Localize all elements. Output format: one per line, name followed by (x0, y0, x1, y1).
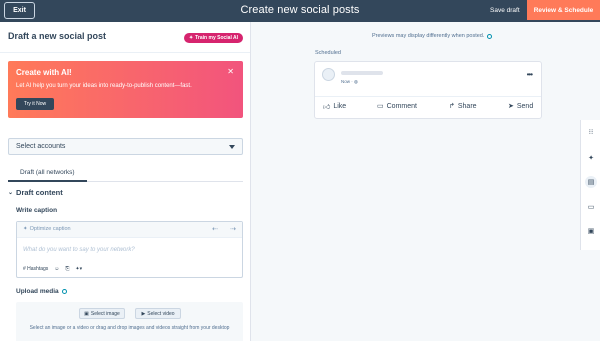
ai-promo-card: Create with AI! ✕ Let AI help you turn y… (8, 61, 243, 118)
ai-card-body: Let AI help you turn your ideas into rea… (16, 83, 192, 89)
attachment-icon[interactable]: ⎘ (65, 266, 69, 272)
send-label: Send (516, 102, 534, 110)
train-label: Train my Social AI (195, 35, 239, 41)
comment-action[interactable]: ▭ Comment (377, 102, 417, 111)
like-action[interactable]: 👍︎ Like (323, 102, 346, 111)
avatar (322, 68, 335, 81)
info-icon[interactable] (61, 289, 67, 294)
post-time: Now · ◍ (341, 79, 358, 85)
preview-note-text: Previews may display differently when po… (372, 33, 485, 39)
upload-media-text: Upload media (16, 288, 59, 295)
more-options-icon[interactable]: ••• (527, 70, 533, 79)
thumbs-up-icon: 👍︎ (323, 104, 331, 111)
review-schedule-button[interactable]: Review & Schedule (527, 0, 600, 20)
upload-hint: Select an image or a video or drag and d… (29, 325, 230, 331)
preview-note: Previews may display differently when po… (372, 33, 493, 39)
draft-content-label: Draft content (16, 188, 63, 197)
sparkle-icon[interactable]: ✦ (585, 152, 597, 164)
image-icon: ▣ (84, 310, 89, 317)
panel-title: Draft a new social post (8, 31, 107, 41)
undo-icon[interactable]: ⇠ (212, 225, 218, 233)
upload-media-label: Upload media (16, 288, 67, 295)
select-accounts-value: Select accounts (16, 143, 66, 150)
share-action[interactable]: ↱ Share (449, 102, 477, 111)
write-caption-label: Write caption (16, 207, 58, 214)
optimize-label: Optimize caption (29, 226, 71, 232)
comment-label: Comment (386, 102, 417, 110)
tab-active-indicator (8, 180, 87, 182)
hashtags-button[interactable]: # Hashtags (23, 266, 48, 272)
close-icon[interactable]: ✕ (227, 67, 234, 76)
select-accounts-dropdown[interactable]: Select accounts (8, 138, 243, 155)
video-icon: ▶ (141, 310, 146, 317)
emoji-icon[interactable]: ☺ (54, 266, 59, 272)
share-icon: ↱ (449, 103, 455, 110)
train-social-ai-button[interactable]: ✦ Train my Social AI (184, 33, 243, 43)
save-draft-button[interactable]: Save draft (490, 7, 520, 14)
ai-card-title: Create with AI! (16, 68, 72, 77)
caption-editor[interactable]: ✦ Optimize caption ⇠ ⇢ What do you want … (16, 221, 243, 278)
select-video-label: Select video (147, 310, 175, 317)
right-rail: ⁝⁝ ✦ ▤ ▭ ▣ (580, 120, 600, 250)
caption-footer: # Hashtags ☺ ⎘ ✦▾ (23, 266, 82, 272)
sparkle-icon: ✦ (188, 35, 194, 41)
top-bar: Exit Create new social posts Save draft … (0, 0, 600, 22)
sparkle-icon: ✦ (23, 226, 28, 232)
redo-icon[interactable]: ⇢ (230, 225, 236, 233)
send-icon: ➤ (508, 103, 514, 110)
divider (0, 52, 250, 53)
exit-button[interactable]: Exit (4, 2, 35, 19)
calendar-icon[interactable]: ▭ (585, 201, 597, 213)
grid-icon[interactable]: ⁝⁝ (585, 126, 597, 138)
like-label: Like (333, 103, 347, 110)
select-image-label: Select image (90, 310, 120, 317)
post-preview-card: Now · ◍ ••• 👍︎ Like ▭ Comment ↱ Share ➤ … (314, 61, 542, 119)
card-divider (315, 96, 541, 97)
optimize-caption-button[interactable]: ✦ Optimize caption (23, 226, 71, 232)
caret-down-icon (229, 145, 235, 149)
post-time-text: Now · (341, 79, 353, 84)
globe-icon: ◍ (354, 79, 358, 84)
editor-panel: Draft a new social post ✦ Train my Socia… (0, 22, 251, 341)
scheduled-label: Scheduled (315, 50, 341, 56)
info-icon[interactable] (487, 33, 493, 39)
upload-dropzone[interactable]: ▣ Select image ▶ Select video Select an … (16, 302, 243, 341)
ai-assist-icon[interactable]: ✦▾ (75, 266, 82, 272)
chat-icon[interactable]: ▤ (585, 176, 597, 188)
comment-icon: ▭ (377, 103, 384, 110)
calendar-check-icon[interactable]: ▣ (585, 225, 597, 237)
select-image-button[interactable]: ▣ Select image (79, 308, 125, 319)
share-label: Share (457, 102, 477, 110)
draft-content-toggle[interactable]: ⌄ Draft content (8, 188, 63, 197)
caption-toolbar: ✦ Optimize caption ⇠ ⇢ (17, 222, 242, 238)
select-video-button[interactable]: ▶ Select video (135, 308, 181, 319)
try-it-now-button[interactable]: Try it Now (16, 98, 54, 110)
chevron-down-icon: ⌄ (8, 190, 14, 196)
account-name-placeholder (341, 71, 383, 75)
tab-draft-all-networks[interactable]: Draft (all networks) (20, 169, 75, 176)
send-action[interactable]: ➤ Send (508, 102, 534, 111)
caption-input[interactable]: What do you want to say to your network? (23, 247, 135, 253)
